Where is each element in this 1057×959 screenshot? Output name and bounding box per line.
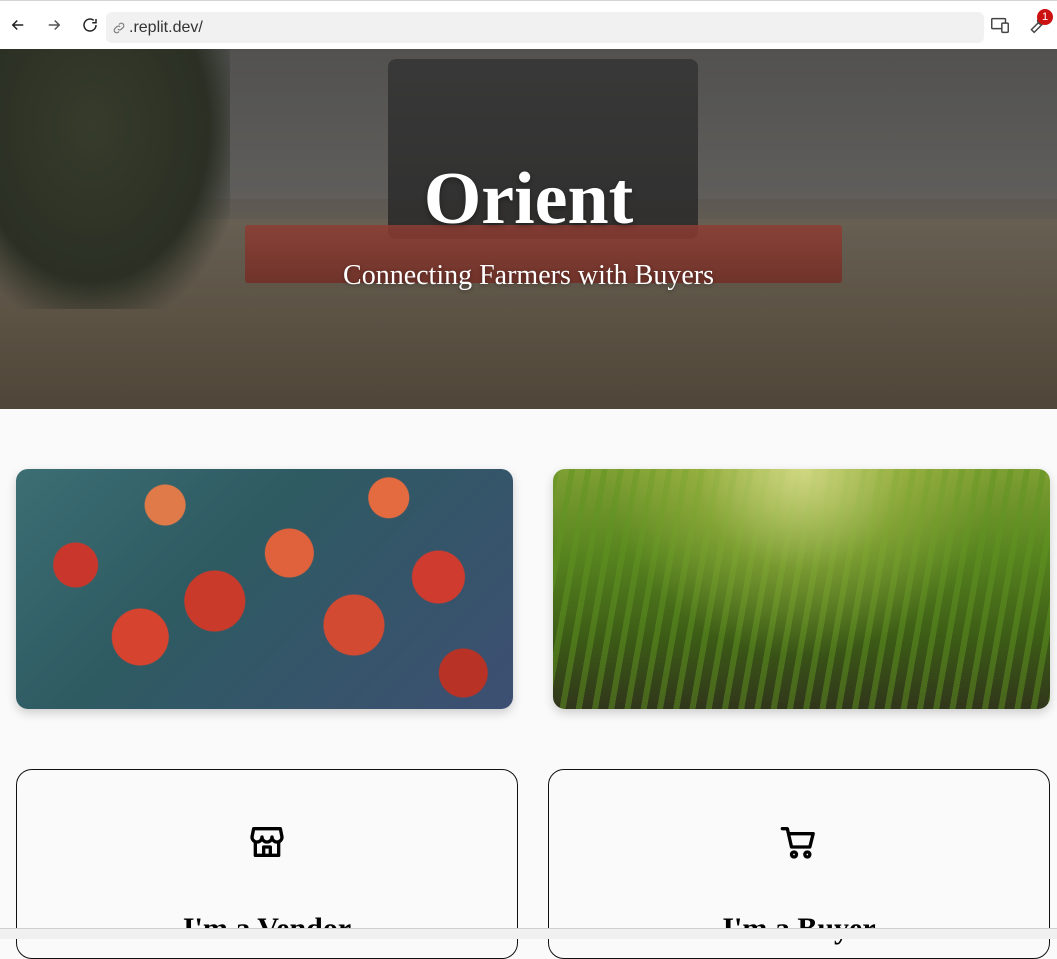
corn-field-image — [553, 469, 1050, 709]
back-button[interactable] — [4, 11, 32, 39]
forward-button[interactable] — [40, 11, 68, 39]
back-arrow-icon — [11, 19, 24, 31]
link-icon — [113, 22, 125, 33]
devices-button[interactable] — [989, 14, 1011, 36]
reload-button[interactable] — [76, 11, 104, 39]
browser-toolbar: .replit.dev/ 1 — [0, 0, 1057, 49]
window-bottom-edge — [0, 928, 1057, 939]
address-bar[interactable]: .replit.dev/ — [106, 12, 984, 43]
store-icon — [250, 827, 284, 857]
forward-arrow-icon — [48, 19, 61, 31]
hero-title: Orient — [423, 158, 634, 240]
devices-icon — [991, 17, 1009, 34]
hero-subtitle: Connecting Farmers with Buyers — [343, 260, 714, 291]
hero-banner: Orient Connecting Farmers with Buyers — [0, 49, 1057, 409]
notification-badge: 1 — [1037, 9, 1053, 25]
tomatoes-image — [16, 469, 513, 709]
cart-icon — [780, 827, 815, 859]
tools-button[interactable]: 1 — [1025, 9, 1053, 36]
reload-icon — [83, 18, 97, 32]
url-text: .replit.dev/ — [129, 18, 203, 36]
